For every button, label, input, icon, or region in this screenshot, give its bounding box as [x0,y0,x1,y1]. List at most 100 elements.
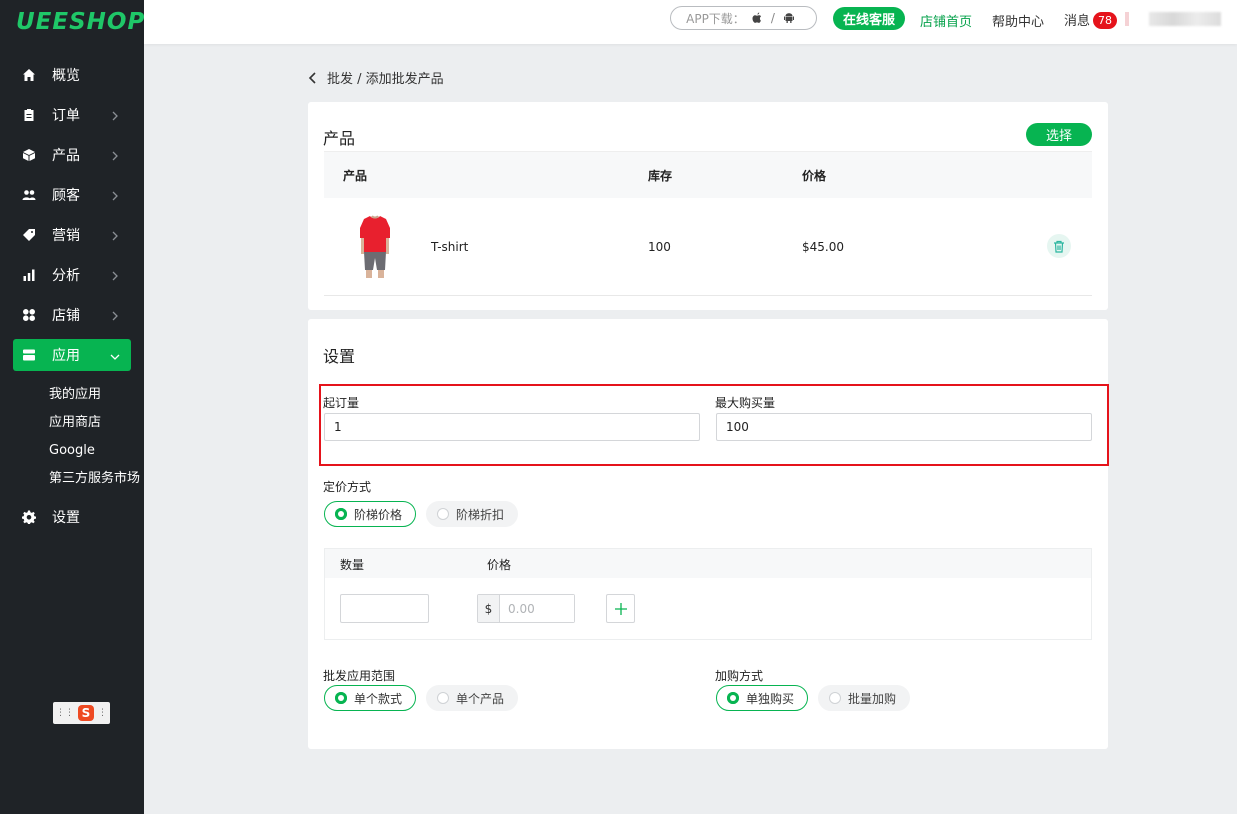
grid-icon [22,308,36,322]
add-tier-button[interactable] [606,594,635,623]
radio-single-product[interactable]: 单个产品 [426,685,518,711]
radio-label: 批量加购 [848,691,897,706]
radio-label: 阶梯折扣 [456,507,505,522]
product-price: $45.00 [802,239,844,254]
radio-label: 阶梯价格 [354,507,403,522]
menu-dots-icon: ⋮ [98,708,107,718]
product-stock: 100 [648,239,671,254]
sidebar-item-customers[interactable]: 顾客 [0,175,144,215]
radio-bulk-add[interactable]: 批量加购 [818,685,910,711]
clipboard-icon [22,108,36,122]
radio-selected-icon [335,508,347,520]
top-bar: APP下载： / 在线客服 店铺首页 帮助中心 消息 78 [144,0,1237,44]
max-purchase-label: 最大购买量 [715,396,776,410]
product-thumbnail [346,214,404,280]
redacted-area [1125,12,1129,26]
radio-selected-icon [727,692,739,704]
sidebar-item-label: 订单 [52,108,80,124]
sidebar-item-overview[interactable]: 概览 [0,55,144,95]
tier-quantity-input[interactable] [340,594,429,623]
chevron-right-icon [110,229,120,241]
sidebar-item-apps[interactable]: 应用 [13,339,131,371]
sidebar-subitem-google[interactable]: Google [0,437,144,465]
sidebar-nav: 概览 订单 产品 顾客 营销 分析 店铺 应用 我的应用 应用商店 Google… [0,55,144,537]
drag-handle-icon: ⋮⋮ [56,708,74,718]
message-count-badge: 78 [1093,12,1118,29]
home-icon [22,68,36,82]
currency-symbol: $ [478,595,500,622]
column-header-tier-price: 价格 [487,558,512,572]
online-service-button[interactable]: 在线客服 [833,7,905,30]
tier-price-field[interactable]: $ [477,594,575,623]
chevron-right-icon [110,149,120,161]
gear-icon [22,510,36,524]
products-title: 产品 [323,129,356,148]
apps-submenu: 我的应用 应用商店 Google 第三方服务市场 [0,375,144,497]
products-table: 产品 库存 价格 T-shirt 100 $45.00 [324,151,1092,296]
apple-icon[interactable] [751,12,763,24]
select-product-button[interactable]: 选择 [1026,123,1092,146]
breadcrumb-text: 批发 / 添加批发产品 [327,72,444,87]
sidebar-item-analytics[interactable]: 分析 [0,255,144,295]
help-center-link[interactable]: 帮助中心 [992,11,1044,30]
radio-single-variant[interactable]: 单个款式 [324,685,416,711]
plus-icon [614,602,627,615]
store-home-link[interactable]: 店铺首页 [920,11,972,30]
messages-link[interactable]: 消息 78 [1064,10,1118,29]
app-download[interactable]: APP下载： / [670,6,817,30]
radio-label: 单个产品 [456,691,505,706]
max-purchase-input[interactable] [716,413,1092,441]
min-order-input[interactable] [324,413,700,441]
sidebar-item-products[interactable]: 产品 [0,135,144,175]
column-header-product: 产品 [343,168,368,183]
column-header-stock: 库存 [648,168,673,183]
min-order-label: 起订量 [323,396,360,410]
radio-single-purchase[interactable]: 单独购买 [716,685,808,711]
chevron-right-icon [110,109,120,121]
product-name[interactable]: T-shirt [431,240,468,254]
messages-label: 消息 [1064,14,1091,29]
radio-label: 单独购买 [746,691,795,706]
sidebar-item-marketing[interactable]: 营销 [0,215,144,255]
sidebar-item-store[interactable]: 店铺 [0,295,144,335]
delete-product-button[interactable] [1047,234,1071,258]
table-header: 产品 库存 价格 [324,151,1092,198]
radio-unselected-icon [437,508,449,520]
chevron-down-icon [110,350,120,360]
tier-price-table: 数量 价格 $ [324,548,1092,640]
users-icon [22,188,36,202]
add-mode-label: 加购方式 [715,669,764,683]
input-method-widget[interactable]: ⋮⋮ S ⋮ [53,702,110,724]
brand-logo[interactable]: UEESHOP [0,0,144,44]
bar-chart-icon [22,268,36,282]
settings-card: 设置 起订量 最大购买量 定价方式 阶梯价格 阶梯折扣 数量 价格 $ 批发应用… [308,319,1109,749]
sidebar: UEESHOP 概览 订单 产品 顾客 营销 分析 店铺 应用 我的应用 应用商… [0,0,144,814]
chevron-right-icon [110,189,120,201]
user-account-redacted[interactable] [1149,12,1221,26]
tag-icon [22,228,36,242]
breadcrumb[interactable]: 批发 / 添加批发产品 [308,68,444,87]
app-download-separator: / [770,11,775,25]
radio-tier-discount[interactable]: 阶梯折扣 [426,501,518,527]
radio-unselected-icon [437,692,449,704]
settings-title: 设置 [323,347,356,366]
sidebar-item-label: 营销 [52,228,80,244]
radio-selected-icon [335,692,347,704]
column-header-price: 价格 [802,168,827,183]
pricing-method-label: 定价方式 [323,480,372,494]
sidebar-subitem-app-store[interactable]: 应用商店 [0,409,144,437]
scope-label: 批发应用范围 [323,669,396,683]
sidebar-subitem-my-apps[interactable]: 我的应用 [0,381,144,409]
sogou-icon: S [78,705,94,721]
android-icon[interactable] [783,12,795,24]
radio-tier-price[interactable]: 阶梯价格 [324,501,416,527]
sidebar-item-label: 产品 [52,148,80,164]
sidebar-item-label: 顾客 [52,188,80,204]
tier-price-input[interactable] [500,595,574,622]
radio-label: 单个款式 [354,691,403,706]
sidebar-subitem-third-party[interactable]: 第三方服务市场 [0,465,144,493]
sidebar-item-settings[interactable]: 设置 [0,497,144,537]
sidebar-item-orders[interactable]: 订单 [0,95,144,135]
back-arrow-icon[interactable] [308,71,318,84]
box-icon [22,148,36,162]
